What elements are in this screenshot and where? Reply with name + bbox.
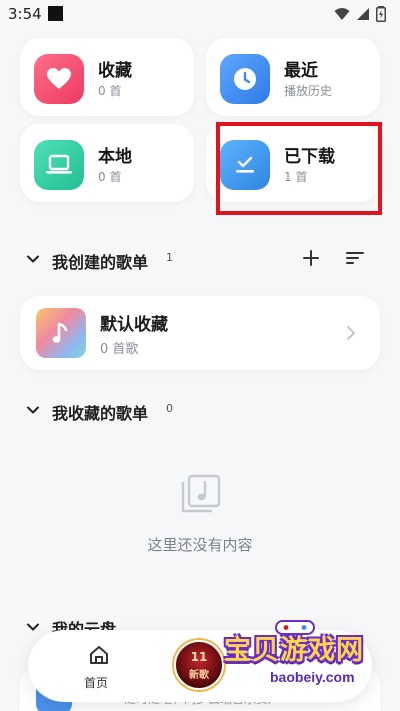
- playlist-item[interactable]: 默认收藏 0 首歌: [20, 296, 380, 370]
- local-title: 本地: [98, 147, 132, 167]
- highlight-box: [216, 122, 382, 215]
- recent-tile: [220, 54, 270, 104]
- collected-playlists-count: 0: [166, 402, 173, 415]
- empty-state-text: 这里还没有内容: [147, 536, 253, 554]
- created-playlists-count: 1: [166, 251, 173, 264]
- chevron-down-icon[interactable]: [26, 403, 40, 417]
- battery-icon: [376, 6, 386, 22]
- chevron-down-icon[interactable]: [26, 620, 40, 634]
- watermark-title: 宝贝游戏网: [224, 635, 364, 666]
- local-card[interactable]: 本地 0 首: [20, 124, 194, 202]
- favorites-card[interactable]: 收藏 0 首: [20, 38, 194, 116]
- recent-title: 最近: [284, 61, 318, 81]
- favorites-tile: [34, 54, 84, 104]
- chevron-right-icon: [347, 326, 355, 340]
- created-playlists-title: 我创建的歌单: [52, 253, 149, 272]
- notification-icon: [48, 6, 63, 21]
- nav-home-label[interactable]: 首页: [84, 674, 108, 691]
- local-subtitle: 0 首: [98, 170, 122, 184]
- signal-icon: [357, 8, 369, 20]
- recent-subtitle: 播放历史: [284, 84, 333, 98]
- playlist-cover: [36, 308, 86, 358]
- playlist-title: 默认收藏: [100, 315, 168, 335]
- clock-icon: [234, 68, 256, 90]
- sort-icon[interactable]: [346, 250, 364, 266]
- status-time: 3:54: [8, 5, 42, 23]
- home-icon[interactable]: [88, 644, 110, 666]
- empty-music-icon: [181, 474, 221, 513]
- status-bar: 3:54: [0, 0, 400, 28]
- heart-icon: [47, 68, 71, 89]
- music-note-icon: [52, 322, 68, 343]
- status-icons: [334, 6, 386, 22]
- add-icon[interactable]: [302, 249, 320, 267]
- laptop-icon: [46, 154, 72, 174]
- local-tile: [34, 140, 84, 190]
- chevron-down-icon[interactable]: [26, 252, 40, 266]
- watermark: 宝贝游戏网 baobeiy.com: [204, 618, 400, 708]
- wifi-icon: [334, 8, 350, 20]
- collected-playlists-title: 我收藏的歌单: [52, 404, 149, 423]
- watermark-url: baobeiy.com: [260, 668, 365, 686]
- recent-card[interactable]: 最近 播放历史: [206, 38, 380, 116]
- favorites-title: 收藏: [98, 61, 132, 81]
- playlist-subtitle: 0 首歌: [100, 342, 139, 357]
- favorites-subtitle: 0 首: [98, 84, 122, 98]
